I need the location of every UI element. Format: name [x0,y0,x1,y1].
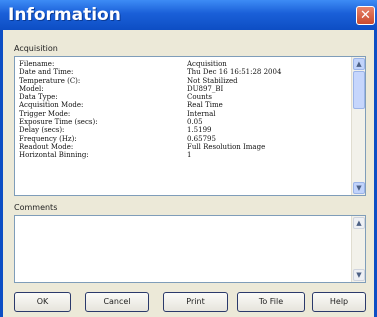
print-button[interactable]: Print [163,292,228,312]
comments-scroll-down-icon[interactable]: ▼ [353,269,365,281]
acquisition-key: Date and Time: [19,68,74,77]
acquisition-row: Filename: Acquisition [19,60,347,68]
acquisition-value: Real Time [187,101,223,110]
acquisition-row: Acquisition Mode: Real Time [19,101,347,109]
acquisition-key: Trigger Mode: [19,109,71,118]
acquisition-value: 0.65795 [187,134,216,143]
acquisition-key: Delay (secs): [19,126,65,135]
acquisition-value: Full Resolution Image [187,142,266,151]
acquisition-value: Counts [187,93,212,102]
acquisition-row: Date and Time: Thu Dec 16 16:51:28 2004 [19,68,347,76]
acquisition-value: Acquisition [187,60,227,68]
comments-textbox[interactable]: ▲ ▼ [14,215,366,283]
acquisition-key: Filename: [19,60,55,68]
acquisition-value: Thu Dec 16 16:51:28 2004 [187,68,282,77]
acquisition-key: Exposure Time (secs): [19,118,98,127]
acquisition-key: Frequency (Hz): [19,134,77,143]
scroll-up-arrow-icon[interactable]: ▲ [353,58,365,70]
close-button[interactable]: ✕ [356,6,375,25]
acquisition-row: Horizontal Binning: 1 [19,151,347,159]
acquisition-row: Exposure Time (secs): 0.05 [19,118,347,126]
acquisition-row: Readout Mode: Full Resolution Image [19,143,347,151]
acquisition-value: 1.5199 [187,126,212,135]
acquisition-value: 1 [187,151,192,160]
acquisition-scrollbar[interactable]: ▲ ▼ [351,57,365,195]
window-title: Information [8,5,121,25]
acquisition-value: 0.05 [187,118,203,127]
acquisition-label: Acquisition [14,44,58,53]
acquisition-row: Trigger Mode: Internal [19,110,347,118]
acquisition-key: Temperature (C): [19,76,81,85]
comments-label: Comments [14,203,58,212]
acquisition-info-list: Filename: Acquisition Date and Time: Thu De… [19,60,347,160]
scroll-thumb[interactable] [353,71,365,109]
ok-button[interactable]: OK [14,292,71,312]
acquisition-key: Readout Mode: [19,142,74,151]
acquisition-key: Data Type: [19,93,58,102]
acquisition-value: Internal [187,109,216,118]
acquisition-row: Delay (secs): 1.5199 [19,126,347,134]
acquisition-row: Data Type: Counts [19,93,347,101]
acquisition-textbox[interactable]: Filename: Acquisition Date and Time: Thu De… [14,56,366,196]
to-file-button[interactable]: To File [237,292,305,312]
acquisition-row: Model: DU897_BI [19,85,347,93]
acquisition-value: Not Stabilized [187,76,238,85]
acquisition-key: Horizontal Binning: [19,151,89,160]
comments-scroll-up-icon[interactable]: ▲ [353,217,365,229]
cancel-button[interactable]: Cancel [85,292,149,312]
title-bar: Information ✕ [0,0,377,30]
acquisition-value: DU897_BI [187,84,224,93]
acquisition-row: Temperature (C): Not Stabilized [19,77,347,85]
acquisition-key: Acquisition Mode: [19,101,84,110]
window-border-left [0,30,3,317]
acquisition-key: Model: [19,84,44,93]
help-button[interactable]: Help [312,292,366,312]
acquisition-row: Frequency (Hz): 0.65795 [19,135,347,143]
scroll-down-arrow-icon[interactable]: ▼ [353,182,365,194]
comments-scrollbar[interactable]: ▲ ▼ [351,216,365,282]
